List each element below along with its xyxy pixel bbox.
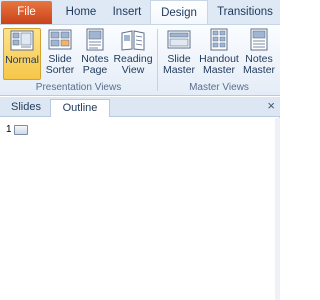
presentation-views-group-label: Presentation Views (35, 82, 122, 93)
slide-master-icon (167, 30, 191, 49)
notes-page-label-2: Page (82, 64, 108, 76)
notes-master-icon (250, 28, 268, 51)
slide-sorter-button[interactable]: Slide Sorter (42, 28, 78, 80)
ribbon-panel: Normal Slide Sorter Notes Page Reading V… (0, 24, 280, 96)
normal-view-button[interactable]: Normal (3, 28, 41, 80)
slide-master-button[interactable]: Slide Master (161, 28, 197, 80)
pane-tab-bar: Slides Outline × (0, 97, 280, 118)
file-tab[interactable]: File (1, 1, 52, 24)
outline-pane[interactable]: 1 (0, 117, 280, 300)
ribbon-tab-bar: File Home Insert Design Transitions (0, 0, 280, 25)
slide-master-label-2: Master (162, 64, 196, 76)
handout-master-button[interactable]: Handout Master (198, 28, 240, 80)
master-views-group-label: Master Views (189, 82, 249, 93)
handout-master-icon (210, 28, 228, 51)
vertical-scrollbar[interactable] (275, 118, 280, 300)
reading-view-button[interactable]: Reading View (112, 28, 154, 80)
reading-view-icon (121, 30, 145, 51)
slide-sorter-label-2: Sorter (45, 64, 75, 76)
notes-page-button[interactable]: Notes Page (79, 28, 111, 80)
normal-view-icon (10, 30, 34, 51)
slide-thumbnail-icon[interactable] (13, 124, 28, 135)
tab-outline[interactable]: Outline (50, 99, 110, 118)
reading-view-label-2: View (121, 64, 145, 76)
notes-master-button[interactable]: Notes Master (241, 28, 277, 80)
normal-view-label: Normal (5, 54, 39, 66)
tab-design[interactable]: Design (150, 0, 208, 25)
outline-row[interactable]: 1 (6, 124, 28, 135)
tab-slides[interactable]: Slides (4, 99, 48, 117)
tab-insert[interactable]: Insert (106, 0, 148, 24)
notes-master-label-2: Master (242, 64, 276, 76)
tab-home[interactable]: Home (56, 0, 106, 24)
tab-transitions[interactable]: Transitions (210, 0, 280, 24)
handout-master-label-2: Master (202, 64, 236, 76)
slide-sorter-icon (48, 29, 72, 50)
close-icon[interactable]: × (267, 98, 275, 113)
slide-number: 1 (6, 124, 12, 135)
notes-page-icon (86, 28, 104, 51)
